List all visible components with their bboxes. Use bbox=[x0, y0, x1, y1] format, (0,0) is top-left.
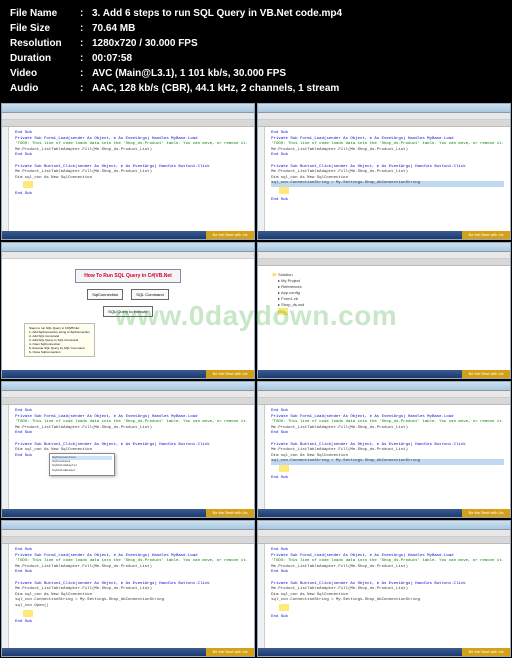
window-menubar bbox=[2, 391, 254, 398]
tree-item[interactable]: ▸ Shop_ds.xsd bbox=[264, 302, 504, 308]
resolution-label: Resolution bbox=[10, 36, 80, 51]
video-value: AVC (Main@L3.1), 1 101 kb/s, 30.000 FPS bbox=[92, 66, 286, 81]
brand-badge: Be the Best with Us bbox=[206, 231, 254, 239]
window-toolbar bbox=[2, 398, 254, 405]
intellisense-popup[interactable]: SqlConnection SqlCommand SqlDataAdapter … bbox=[49, 453, 115, 476]
editor-gutter bbox=[2, 405, 9, 512]
highlight-marker bbox=[279, 187, 289, 194]
diagram-title: How To Run SQL Query in C#|VB.Net bbox=[75, 269, 181, 283]
thumbnail-5: End Sub Private Sub Form1_Load(sender As… bbox=[1, 381, 255, 518]
diagram-box-command: SQL Command bbox=[131, 289, 168, 300]
brand-badge: Be the Best with Us bbox=[206, 509, 254, 517]
highlight-marker bbox=[23, 610, 33, 617]
window-toolbar bbox=[258, 398, 510, 405]
code-editor[interactable]: End Sub Private Sub Form1_Load(sender As… bbox=[265, 405, 510, 512]
file-name-value: 3. Add 6 steps to run SQL Query in VB.Ne… bbox=[92, 6, 342, 21]
window-titlebar bbox=[258, 243, 510, 252]
window-menubar bbox=[258, 252, 510, 259]
highlight-marker bbox=[279, 465, 289, 472]
video-label: Video bbox=[10, 66, 80, 81]
window-menubar bbox=[2, 530, 254, 537]
thumbnail-2: End Sub Private Sub Form1_Load(sender As… bbox=[257, 103, 511, 240]
brand-badge: Be the Best with Us bbox=[206, 370, 254, 378]
file-size-label: File Size bbox=[10, 21, 80, 36]
code-editor[interactable]: End Sub Private Sub Form1_Load(sender As… bbox=[9, 544, 254, 651]
code-editor[interactable]: End Sub Private Sub Form1_Load(sender As… bbox=[9, 405, 254, 512]
highlight-marker bbox=[278, 308, 288, 315]
editor-gutter bbox=[258, 544, 265, 651]
code-editor[interactable]: End Sub Private Sub Form1_Load(sender As… bbox=[9, 127, 254, 234]
diagram-box-query: SQL Query to execute bbox=[103, 306, 152, 317]
window-toolbar bbox=[2, 120, 254, 127]
duration-value: 00:07:58 bbox=[92, 51, 132, 66]
brand-badge: Be the Best with Us bbox=[462, 231, 510, 239]
brand-badge: Be the Best with Us bbox=[462, 648, 510, 656]
code-editor[interactable]: End Sub Private Sub Form1_Load(sender As… bbox=[265, 127, 510, 234]
brand-badge: Be the Best with Us bbox=[462, 509, 510, 517]
duration-label: Duration bbox=[10, 51, 80, 66]
window-titlebar bbox=[258, 521, 510, 530]
resolution-value: 1280x720 / 30.000 FPS bbox=[92, 36, 198, 51]
window-menubar bbox=[2, 113, 254, 120]
thumbnail-grid: End Sub Private Sub Form1_Load(sender As… bbox=[0, 102, 512, 658]
solution-explorer[interactable]: Solution ▸ My Project ▸ References ▸ App… bbox=[258, 266, 510, 323]
diagram-canvas: How To Run SQL Query in C#|VB.Net SqlCon… bbox=[2, 259, 254, 367]
thumbnail-4: Solution ▸ My Project ▸ References ▸ App… bbox=[257, 242, 511, 379]
diagram-steps: Steps to run SQL Query in C#|VB.Net: 1- … bbox=[24, 323, 95, 357]
window-titlebar bbox=[2, 382, 254, 391]
editor-gutter bbox=[2, 127, 9, 234]
editor-gutter bbox=[258, 405, 265, 512]
thumbnail-3: How To Run SQL Query in C#|VB.Net SqlCon… bbox=[1, 242, 255, 379]
editor-gutter bbox=[258, 127, 265, 234]
window-titlebar bbox=[258, 382, 510, 391]
window-titlebar bbox=[258, 104, 510, 113]
window-menubar bbox=[258, 113, 510, 120]
window-titlebar bbox=[2, 104, 254, 113]
brand-badge: Be the Best with Us bbox=[206, 648, 254, 656]
thumbnail-1: End Sub Private Sub Form1_Load(sender As… bbox=[1, 103, 255, 240]
audio-value: AAC, 128 kb/s (CBR), 44.1 kHz, 2 channel… bbox=[92, 81, 339, 96]
file-name-label: File Name bbox=[10, 6, 80, 21]
highlight-marker bbox=[23, 181, 33, 188]
file-size-value: 70.64 MB bbox=[92, 21, 135, 36]
window-titlebar bbox=[2, 243, 254, 252]
diagram-box-connection: SqlConnection bbox=[87, 289, 123, 300]
thumbnail-7: End Sub Private Sub Form1_Load(sender As… bbox=[1, 520, 255, 657]
window-menubar bbox=[258, 391, 510, 398]
window-titlebar bbox=[2, 521, 254, 530]
brand-badge: Be the Best with Us bbox=[462, 370, 510, 378]
code-editor[interactable]: End Sub Private Sub Form1_Load(sender As… bbox=[265, 544, 510, 651]
window-menubar bbox=[258, 530, 510, 537]
audio-label: Audio bbox=[10, 81, 80, 96]
thumbnail-8: End Sub Private Sub Form1_Load(sender As… bbox=[257, 520, 511, 657]
window-toolbar bbox=[258, 537, 510, 544]
editor-gutter bbox=[2, 544, 9, 651]
media-info-header: File Name : 3. Add 6 steps to run SQL Qu… bbox=[0, 0, 512, 102]
window-toolbar bbox=[258, 259, 510, 266]
highlight-marker bbox=[279, 604, 289, 611]
window-toolbar bbox=[2, 537, 254, 544]
window-menubar bbox=[2, 252, 254, 259]
window-toolbar bbox=[258, 120, 510, 127]
thumbnail-6: End Sub Private Sub Form1_Load(sender As… bbox=[257, 381, 511, 518]
